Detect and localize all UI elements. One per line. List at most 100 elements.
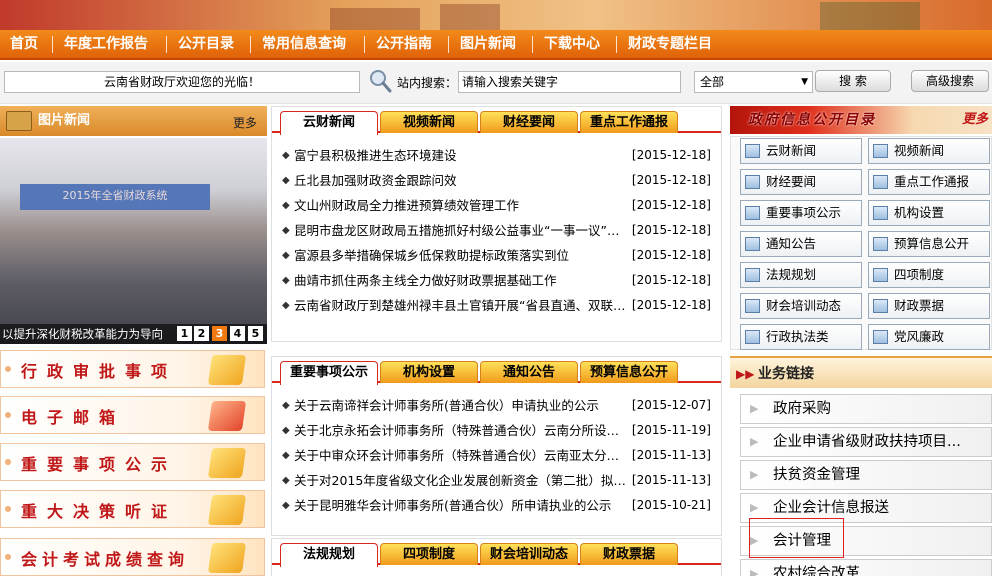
tab-training[interactable]: 财会培训动态 <box>480 543 578 565</box>
photo-news-panel: 图片新闻 更多 2015年全省财政系统 以提升深化财税改革能力为导向 1 2 3… <box>0 106 267 344</box>
nav-home[interactable]: 首页 <box>10 30 38 58</box>
notice-title[interactable]: 关于昆明雅华会计师事务所(普通合伙）所申请执业的公示 <box>294 493 629 518</box>
link-important-notice[interactable]: 重要事项公示 <box>0 443 265 481</box>
news-date: [2015-12-18] <box>631 273 711 287</box>
notice-item[interactable]: ◆ 关于中审众环会计师事务所（特殊普通合伙）云南亚太分所设立申请的公示[2015-… <box>282 443 711 468</box>
search-scope-select[interactable]: 全部 ▼ <box>694 71 813 93</box>
nav-common-query[interactable]: 常用信息查询 <box>262 30 346 58</box>
tab-yuncai-news[interactable]: 云财新闻 <box>280 111 378 135</box>
tab-budget-info[interactable]: 预算信息公开 <box>580 361 678 383</box>
photo-page-3[interactable]: 3 <box>212 326 227 341</box>
business-link-item[interactable]: ▶ 扶贫资金管理 <box>740 460 992 490</box>
gov-info-more-link[interactable]: 更多 <box>962 106 988 134</box>
photo-page-5[interactable]: 5 <box>248 326 263 341</box>
news-title[interactable]: 云南省财政厅到楚雄州禄丰县土官镇开展“省县直通、双联互动”活动 <box>294 293 629 318</box>
link-email[interactable]: 电子邮箱 <box>0 396 265 434</box>
tab-four-systems[interactable]: 四项制度 <box>380 543 478 565</box>
link-decision-hearing[interactable]: 重大决策听证 <box>0 490 265 528</box>
news-item[interactable]: ◆ 文山州财政局全力推进预算绩效管理工作 [2015-12-18] <box>282 193 711 218</box>
link-exam-results[interactable]: 会计考试成绩查询 <box>0 538 265 576</box>
notice-title[interactable]: 关于中审众环会计师事务所（特殊普通合伙）云南亚太分所设立申请的公示 <box>294 443 629 468</box>
notice-title[interactable]: 关于对2015年度省级文化企业发展创新资金（第二批）拟安排项目的公示 <box>294 468 629 493</box>
gov-info-item[interactable]: 通知公告 <box>740 231 862 257</box>
tab-bills[interactable]: 财政票据 <box>580 543 678 565</box>
gov-info-item[interactable]: 党风廉政 <box>868 324 990 350</box>
gov-info-item[interactable]: 四项制度 <box>868 262 990 288</box>
news-title[interactable]: 文山州财政局全力推进预算绩效管理工作 <box>294 193 629 218</box>
gov-info-item[interactable]: 财会培训动态 <box>740 293 862 319</box>
news-title[interactable]: 富宁县积极推进生态环境建设 <box>294 143 629 168</box>
grid-icon <box>873 299 888 313</box>
news-title[interactable]: 曲靖市抓住两条主线全力做好财政票据基础工作 <box>294 268 629 293</box>
news-item[interactable]: ◆ 丘北县加强财政资金跟踪问效 [2015-12-18] <box>282 168 711 193</box>
nav-download[interactable]: 下载中心 <box>544 30 600 58</box>
gov-info-item[interactable]: 财政票据 <box>868 293 990 319</box>
gov-info-item-label: 云财新闻 <box>766 143 817 158</box>
bullet-icon <box>5 412 11 418</box>
gov-info-item-label: 重要事项公示 <box>766 205 842 220</box>
search-button[interactable]: 搜 索 <box>815 70 891 92</box>
link-admin-approval-label: 行政审批事项 <box>21 362 178 381</box>
gov-info-item-label: 行政执法类 <box>766 329 829 344</box>
photo-page-4[interactable]: 4 <box>230 326 245 341</box>
gov-info-item[interactable]: 重要事项公示 <box>740 200 862 226</box>
bullet-icon: ◆ <box>282 475 290 486</box>
photo-stage-banner-text: 2015年全省财政系统 <box>62 189 168 202</box>
nav-divider <box>166 36 167 53</box>
news-title[interactable]: 丘北县加强财政资金跟踪问效 <box>294 168 629 193</box>
grid-icon <box>873 206 888 220</box>
news-title[interactable]: 昆明市盘龙区财政局五措施抓好村级公益事业“一事一议”财政奖补工作 <box>294 218 629 243</box>
tab-regulations[interactable]: 法规规划 <box>280 543 378 567</box>
nav-annual-report[interactable]: 年度工作报告 <box>64 30 148 58</box>
notice-item[interactable]: ◆ 关于北京永拓会计师事务所（特殊普通合伙）云南分所设立申请的公示[2015-11… <box>282 418 711 443</box>
nav-photo-news[interactable]: 图片新闻 <box>460 30 516 58</box>
photo-caption: 以提升深化财税改革能力为导向 <box>2 327 163 341</box>
gov-info-item[interactable]: 机构设置 <box>868 200 990 226</box>
tab-key-work[interactable]: 重点工作通报 <box>580 111 678 133</box>
photo-page-1[interactable]: 1 <box>177 326 192 341</box>
gov-info-item[interactable]: 云财新闻 <box>740 138 862 164</box>
news-title[interactable]: 富源县多举措确保城乡低保救助提标政策落实到位 <box>294 243 629 268</box>
arrow-right-icon: ▶ <box>750 435 759 448</box>
nav-divider <box>52 36 53 53</box>
gov-info-item[interactable]: 法规规划 <box>740 262 862 288</box>
business-link-label: 农村综合改革 <box>773 566 860 576</box>
photo-page-2[interactable]: 2 <box>194 326 209 341</box>
notice-item[interactable]: ◆ 关于对2015年度省级文化企业发展创新资金（第二批）拟安排项目的公示[2015… <box>282 468 711 493</box>
link-admin-approval[interactable]: 行政审批事项 <box>0 350 265 388</box>
news-item[interactable]: ◆ 曲靖市抓住两条主线全力做好财政票据基础工作 [2015-12-18] <box>282 268 711 293</box>
tab-announcements[interactable]: 通知公告 <box>480 361 578 383</box>
tab-organization[interactable]: 机构设置 <box>380 361 478 383</box>
link-important-notice-label: 重要事项公示 <box>21 455 178 474</box>
tab-video-news[interactable]: 视频新闻 <box>380 111 478 133</box>
grid-icon <box>873 330 888 344</box>
nav-public-catalog[interactable]: 公开目录 <box>178 30 234 58</box>
news-item[interactable]: ◆ 富宁县积极推进生态环境建设 [2015-12-18] <box>282 143 711 168</box>
search-input[interactable]: 请输入搜索关键字 <box>458 71 681 93</box>
nav-special-topics[interactable]: 财政专题栏目 <box>628 30 712 58</box>
tab-finance-news[interactable]: 财经要闻 <box>480 111 578 133</box>
gov-info-item[interactable]: 重点工作通报 <box>868 169 990 195</box>
notice-title[interactable]: 关于北京永拓会计师事务所（特殊普通合伙）云南分所设立申请的公示 <box>294 418 629 443</box>
business-link-item[interactable]: ▶ 农村综合改革 <box>740 559 992 576</box>
news-item[interactable]: ◆ 云南省财政厅到楚雄州禄丰县土官镇开展“省县直通、双联互动”活动[2015-12… <box>282 293 711 318</box>
news-item[interactable]: ◆ 昆明市盘龙区财政局五措施抓好村级公益事业“一事一议”财政奖补工作[2015-1… <box>282 218 711 243</box>
gov-info-item[interactable]: 视频新闻 <box>868 138 990 164</box>
notice-item[interactable]: ◆ 关于云南谛祥会计师事务所(普通合伙）申请执业的公示 [2015-12-07] <box>282 393 711 418</box>
business-link-item[interactable]: ▶ 政府采购 <box>740 394 992 424</box>
tab-important-notice[interactable]: 重要事项公示 <box>280 361 378 385</box>
bullet-icon <box>5 506 11 512</box>
news-item[interactable]: ◆ 富源县多举措确保城乡低保救助提标政策落实到位 [2015-12-18] <box>282 243 711 268</box>
notice-title[interactable]: 关于云南谛祥会计师事务所(普通合伙）申请执业的公示 <box>294 393 629 418</box>
photo-news-more-link[interactable]: 更多 <box>233 108 257 138</box>
advanced-search-button[interactable]: 高级搜索 <box>911 70 989 92</box>
gov-info-item[interactable]: 行政执法类 <box>740 324 862 350</box>
gov-info-item[interactable]: 预算信息公开 <box>868 231 990 257</box>
notice-item[interactable]: ◆ 关于昆明雅华会计师事务所(普通合伙）所申请执业的公示 [2015-10-21] <box>282 493 711 518</box>
search-icon <box>368 68 392 94</box>
news-panel-3: 法规规划 四项制度 财会培训动态 财政票据 <box>271 538 722 576</box>
gov-info-item[interactable]: 财经要闻 <box>740 169 862 195</box>
photo-news-image[interactable]: 2015年全省财政系统 以提升深化财税改革能力为导向 1 2 3 4 5 <box>0 138 267 344</box>
nav-guide[interactable]: 公开指南 <box>376 30 432 58</box>
business-link-item[interactable]: ▶ 企业申请省级财政扶持项目... <box>740 427 992 457</box>
